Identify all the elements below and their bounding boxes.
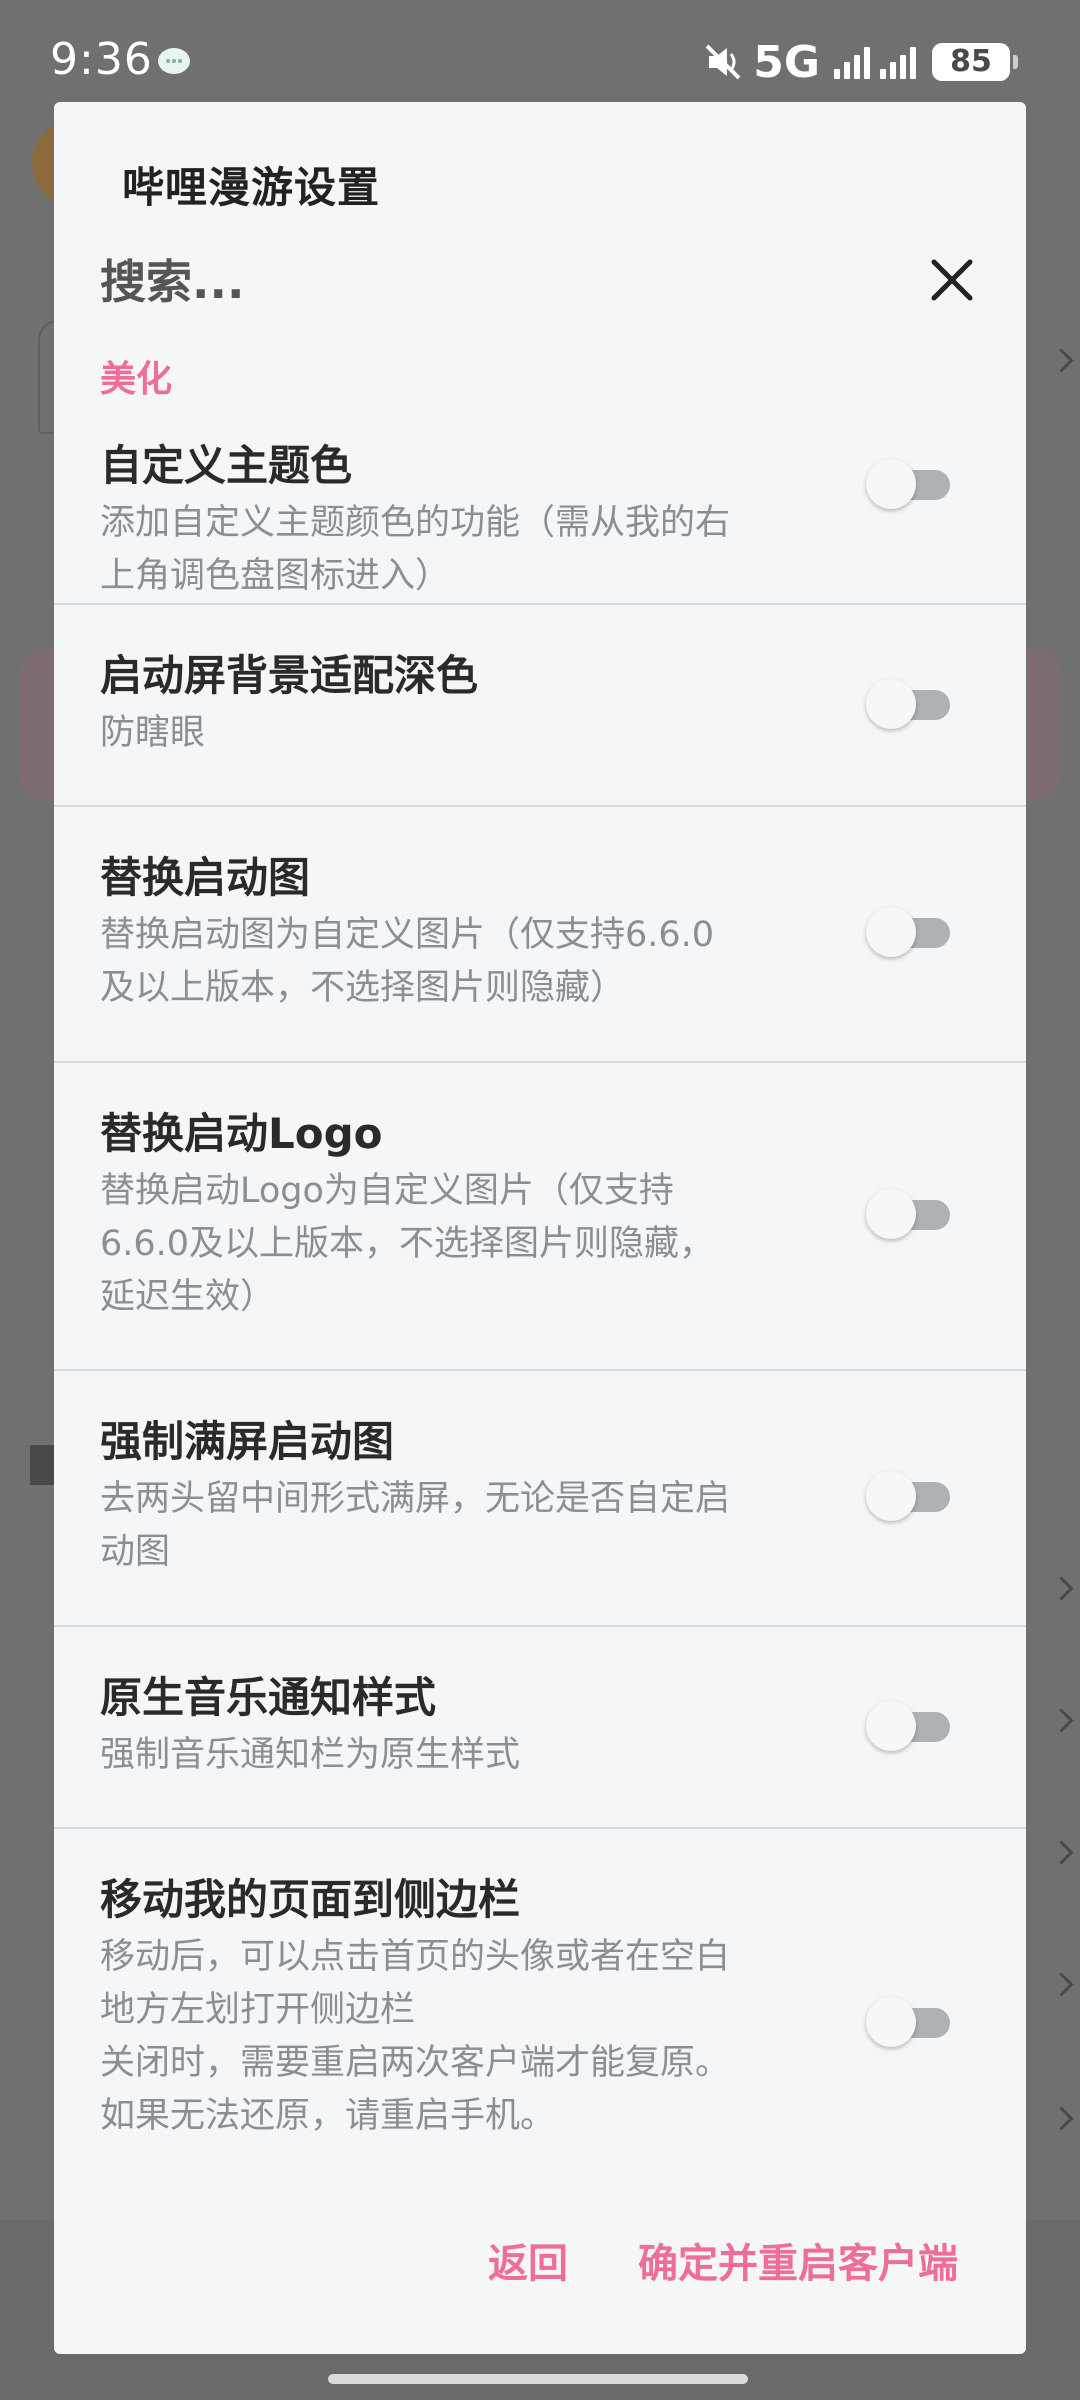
signal-icon <box>880 45 916 79</box>
toggle-switch[interactable] <box>866 679 952 729</box>
setting-splash-dark-background[interactable]: 启动屏背景适配深色防瞎眼 <box>54 605 1026 807</box>
status-time: 9:36 <box>50 34 153 85</box>
toggle-thumb <box>866 1189 916 1239</box>
setting-text: 移动我的页面到侧边栏移动后，可以点击首页的头像或者在空白 地方左划打开侧边栏 关… <box>100 1869 870 2143</box>
dialog-actions: 返回 确定并重启客户端 <box>54 2224 1026 2304</box>
toggle-thumb <box>866 1471 916 1521</box>
setting-description: 防瞎眼 <box>100 713 206 753</box>
chevron-right-icon <box>1049 1972 1074 1997</box>
setting-title: 替换启动图 <box>100 853 311 902</box>
setting-text: 启动屏背景适配深色防瞎眼 <box>100 645 870 760</box>
search-row <box>100 242 990 322</box>
chevron-right-icon <box>1049 348 1074 373</box>
toggle-switch[interactable] <box>866 1189 952 1239</box>
setting-text: 原生音乐通知样式强制音乐通知栏为原生样式 <box>100 1667 870 1782</box>
confirm-restart-button[interactable]: 确定并重启客户端 <box>638 2224 958 2304</box>
setting-title: 移动我的页面到侧边栏 <box>100 1875 521 1924</box>
setting-description: 去两头留中间形式满屏，无论是否自定启 动图 <box>100 1479 731 1572</box>
battery-indicator: 85 <box>932 43 1018 81</box>
setting-description: 替换启动图为自定义图片（仅支持6.6.0 及以上版本，不选择图片则隐藏） <box>100 915 715 1008</box>
settings-list: 自定义主题色添加自定义主题颜色的功能（需从我的右 上角调色盘图标进入） 启动屏背景… <box>54 407 1026 2136</box>
setting-description: 强制音乐通知栏为原生样式 <box>100 1735 521 1775</box>
setting-replace-splash-logo[interactable]: 替换启动Logo 替换启动Logo为自定义图片（仅支持 6.6.0及以上版本，不选… <box>54 1063 1026 1371</box>
setting-force-fullscreen-splash[interactable]: 强制满屏启动图去两头留中间形式满屏，无论是否自定启 动图 <box>54 1371 1026 1627</box>
setting-description: 添加自定义主题颜色的功能（需从我的右 上角调色盘图标进入） <box>100 503 731 596</box>
toggle-switch[interactable] <box>866 1471 952 1521</box>
settings-dialog: 哔哩漫游设置 美化 自定义主题色添加自定义主题颜色的功能（需从我的右 上角调色盘… <box>54 102 1026 2354</box>
chevron-right-icon <box>1049 1576 1074 1601</box>
setting-move-mine-to-sidebar[interactable]: 移动我的页面到侧边栏移动后，可以点击首页的头像或者在空白 地方左划打开侧边栏 关… <box>54 1829 1026 2136</box>
close-search-button[interactable] <box>910 242 990 322</box>
message-bubble-icon <box>158 48 190 74</box>
back-button[interactable]: 返回 <box>488 2224 568 2304</box>
setting-custom-theme-color[interactable]: 自定义主题色添加自定义主题颜色的功能（需从我的右 上角调色盘图标进入） <box>54 407 1026 605</box>
setting-text: 替换启动图替换启动图为自定义图片（仅支持6.6.0 及以上版本，不选择图片则隐藏… <box>100 847 870 1015</box>
chevron-right-icon <box>1049 1840 1074 1865</box>
dialog-title: 哔哩漫游设置 <box>122 163 381 212</box>
setting-text: 替换启动Logo 替换启动Logo为自定义图片（仅支持 6.6.0及以上版本，不选… <box>100 1103 870 1324</box>
toggle-switch[interactable] <box>866 459 952 509</box>
setting-native-music-notification[interactable]: 原生音乐通知样式强制音乐通知栏为原生样式 <box>54 1627 1026 1829</box>
setting-text: 强制满屏启动图去两头留中间形式满屏，无论是否自定启 动图 <box>100 1411 870 1579</box>
setting-replace-splash-image[interactable]: 替换启动图替换启动图为自定义图片（仅支持6.6.0 及以上版本，不选择图片则隐藏… <box>54 807 1026 1063</box>
status-icons: 5G 85 <box>703 36 1018 88</box>
toggle-thumb <box>866 459 916 509</box>
setting-title: 启动屏背景适配深色 <box>100 651 479 700</box>
toggle-switch[interactable] <box>866 1997 952 2047</box>
section-header: 美化 <box>100 359 173 400</box>
search-input[interactable] <box>100 242 860 322</box>
signal-icon <box>834 45 870 79</box>
setting-title: 原生音乐通知样式 <box>100 1673 437 1722</box>
chevron-right-icon <box>1049 1708 1074 1733</box>
background-text <box>30 1445 54 1485</box>
setting-title: 替换启动Logo <box>100 1109 383 1158</box>
toggle-switch[interactable] <box>866 1701 952 1751</box>
toggle-thumb <box>866 1997 916 2047</box>
chevron-right-icon <box>1049 2106 1074 2131</box>
toggle-thumb <box>866 1701 916 1751</box>
setting-description: 替换启动Logo为自定义图片（仅支持 6.6.0及以上版本，不选择图片则隐藏， … <box>100 1171 715 1317</box>
setting-text: 自定义主题色添加自定义主题颜色的功能（需从我的右 上角调色盘图标进入） <box>100 435 870 603</box>
toggle-thumb <box>866 907 916 957</box>
setting-title: 强制满屏启动图 <box>100 1417 395 1466</box>
network-type: 5G <box>753 36 820 88</box>
toggle-thumb <box>866 679 916 729</box>
setting-description: 移动后，可以点击首页的头像或者在空白 地方左划打开侧边栏 关闭时，需要重启两次客… <box>100 1937 731 2136</box>
setting-title: 自定义主题色 <box>100 441 353 490</box>
toggle-switch[interactable] <box>866 907 952 957</box>
close-icon <box>931 259 973 301</box>
gesture-navigation-bar[interactable] <box>328 2374 748 2384</box>
mute-icon <box>703 42 743 82</box>
